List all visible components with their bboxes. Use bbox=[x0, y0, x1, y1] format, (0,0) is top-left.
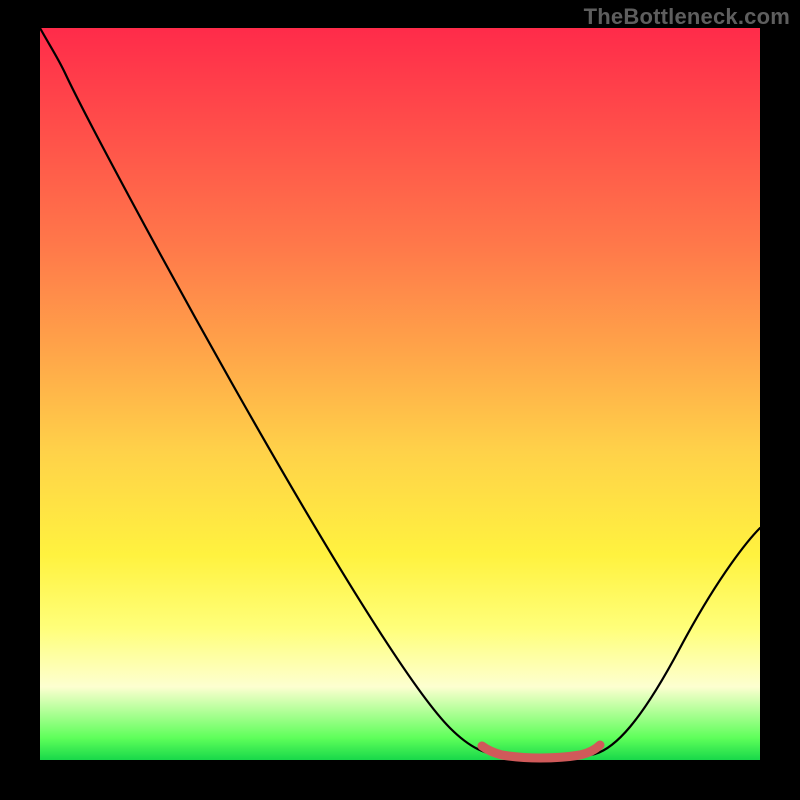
plot-area bbox=[40, 28, 760, 760]
watermark-text: TheBottleneck.com bbox=[584, 4, 790, 30]
bottleneck-curve bbox=[40, 28, 760, 758]
curve-layer bbox=[40, 28, 760, 760]
optimal-range-marker bbox=[482, 745, 600, 758]
chart-container: TheBottleneck.com bbox=[0, 0, 800, 800]
